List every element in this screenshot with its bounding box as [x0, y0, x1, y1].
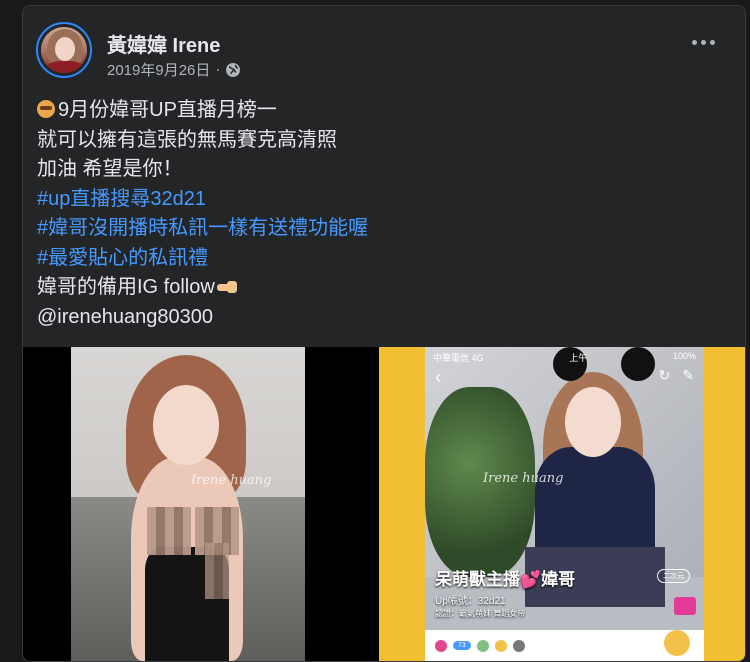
refresh-icon: ↻ [658, 367, 671, 383]
host-badge: 二次元 [657, 569, 690, 583]
avatar-photo [41, 27, 87, 73]
meta-separator: · [215, 61, 221, 78]
gift-icon [664, 630, 690, 656]
photo-right[interactable]: 中華電信 4G 上午 100% ‹ ↻ ✎ Irene huang 呆萌獸主播💕… [379, 347, 745, 661]
app-screenshot: 中華電信 4G 上午 100% ‹ ↻ ✎ Irene huang 呆萌獸主播💕… [425, 347, 704, 661]
host-name: 呆萌獸主播💕媁哥 [435, 570, 576, 589]
photo-watermark: Irene huang [191, 473, 272, 488]
hashtag-link[interactable]: #媁哥沒開播時私訊一樣有送禮功能喔 [37, 214, 368, 244]
level-pill: 73 [453, 641, 471, 650]
settings-icon [512, 639, 525, 652]
more-dots-icon [692, 40, 697, 45]
host-tags: 認證：霸氣萌妹 舞蹈女帝 [435, 609, 526, 618]
post-meta: 2019年9月26日 · [107, 59, 241, 80]
star-icon [494, 639, 507, 652]
more-options-button[interactable] [692, 40, 715, 45]
post-line: 9月份媁哥UP直播月榜一 [37, 96, 368, 126]
post-line: 加油 希望是你！ [37, 158, 183, 180]
phone-status-bar: 中華電信 4G 上午 100% [433, 351, 696, 363]
instagram-handle: @irenehuang80300 [37, 305, 214, 328]
post-line: 就可以擁有這張的無馬賽克高清照 [37, 128, 337, 151]
post-date[interactable]: 2019年9月26日 [107, 59, 210, 80]
app-tools: ↻ ✎ [659, 367, 694, 384]
photo-left[interactable]: Irene huang [71, 347, 305, 661]
post-media: Irene huang 中華電信 4G 上午 100% ‹ ↻ ✎ Irene … [23, 347, 745, 661]
monkey-emoji-icon [37, 100, 55, 118]
post-card: 黃媁媁 Irene 2019年9月26日 · 9月份媁哥UP直播月榜一 就可以擁… [22, 5, 746, 662]
app-bottom-bar: 73 [425, 630, 704, 661]
globe-icon[interactable] [225, 62, 241, 78]
hashtag-link[interactable]: #up直播搜尋32d21 [37, 185, 368, 215]
hashtag-link[interactable]: #最愛貼心的私訊禮 [37, 244, 368, 274]
post-line: 媁哥的備用IG follow [37, 273, 368, 303]
store-icon [674, 597, 696, 615]
pointing-hand-emoji-icon [216, 279, 239, 295]
author-name[interactable]: 黃媁媁 Irene [107, 29, 220, 58]
badge-icon [476, 639, 489, 652]
post-text: 9月份媁哥UP直播月榜一 就可以擁有這張的無馬賽克高清照 加油 希望是你！ #u… [37, 96, 368, 332]
edit-icon: ✎ [682, 367, 694, 383]
photo-watermark: Irene huang [483, 471, 564, 486]
heart-icon [435, 639, 447, 652]
back-arrow-icon: ‹ [435, 367, 441, 387]
author-avatar[interactable] [36, 22, 92, 78]
up-id: Up帳號：32d21 [435, 596, 506, 607]
